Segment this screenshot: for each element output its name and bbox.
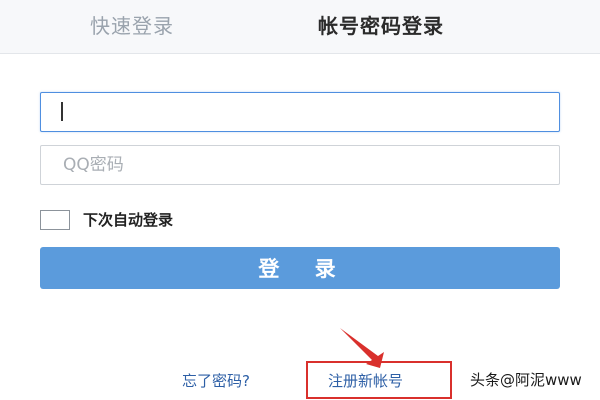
- remember-login-label: 下次自动登录: [83, 211, 174, 229]
- login-tab-bar: 快速登录 帐号密码登录: [0, 0, 600, 54]
- username-input[interactable]: [40, 92, 560, 132]
- watermark-text: 头条@阿泥www: [470, 371, 582, 389]
- forgot-password-link[interactable]: 忘了密码?: [182, 371, 250, 391]
- register-account-link[interactable]: 注册新帐号: [328, 371, 403, 391]
- annotation-arrow-icon: [340, 328, 384, 368]
- tab-quick-login[interactable]: 快速登录: [90, 12, 174, 40]
- password-input[interactable]: [40, 145, 560, 185]
- login-button[interactable]: 登 录: [40, 247, 560, 289]
- text-cursor: [61, 102, 63, 121]
- remember-login-checkbox[interactable]: [40, 210, 70, 230]
- tab-account-password-login[interactable]: 帐号密码登录: [318, 12, 444, 40]
